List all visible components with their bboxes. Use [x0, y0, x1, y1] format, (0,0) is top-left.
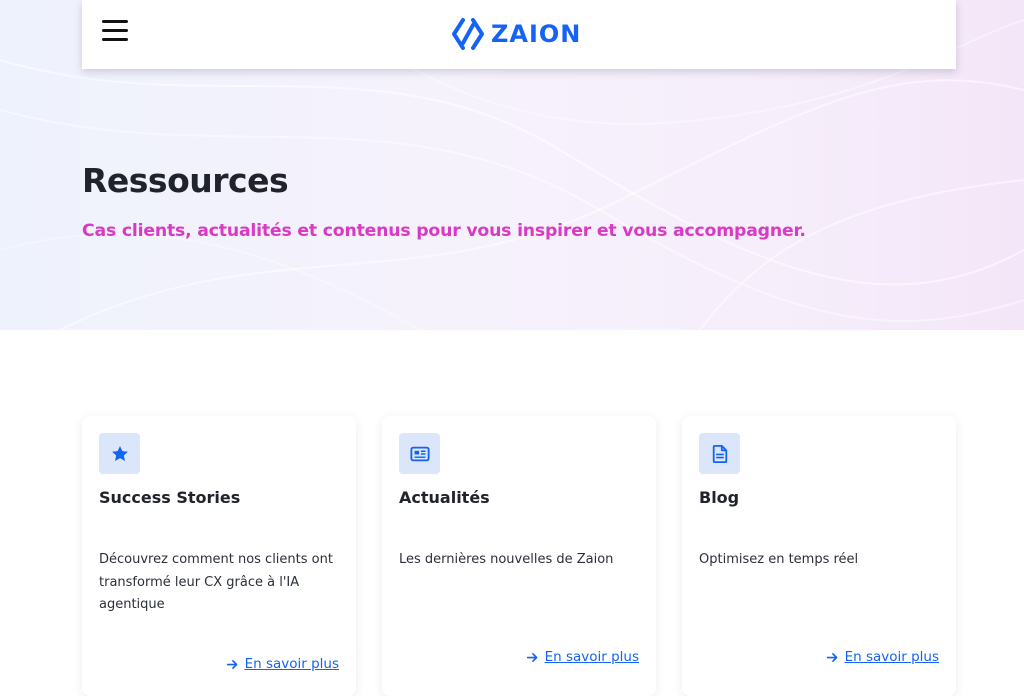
learn-more-link[interactable]: En savoir plus [226, 656, 339, 672]
arrow-right-icon [526, 652, 537, 662]
card-icon-tile [699, 433, 740, 474]
card-title: Blog [699, 488, 740, 507]
logo-wordmark: ZAION [491, 20, 582, 48]
zaion-logo[interactable]: ZAION [451, 16, 581, 52]
learn-more-label: En savoir plus [544, 649, 639, 665]
card-icon-tile [99, 433, 140, 474]
card-icon-tile [399, 433, 440, 474]
resource-card-success-stories: Success Stories Découvrez comment nos cl… [82, 416, 356, 696]
hamburger-menu-icon [102, 20, 128, 23]
resource-card-actualites: Actualités Les dernières nouvelles de Za… [382, 416, 656, 696]
page-subtitle: Cas clients, actualités et contenus pour… [82, 221, 806, 241]
card-title: Actualités [399, 488, 490, 507]
card-description: Optimisez en temps réel [699, 552, 859, 567]
newspaper-icon [409, 446, 430, 461]
card-description: Découvrez comment nos clients ont transf… [99, 552, 333, 612]
zaion-mark-icon [452, 18, 484, 50]
learn-more-label: En savoir plus [844, 649, 939, 665]
page-title: Ressources [82, 161, 289, 200]
learn-more-link[interactable]: En savoir plus [526, 649, 639, 665]
learn-more-label: En savoir plus [244, 656, 339, 672]
menu-button[interactable] [102, 20, 130, 44]
card-description: Les dernières nouvelles de Zaion [399, 552, 614, 567]
arrow-right-icon [226, 659, 237, 669]
learn-more-link[interactable]: En savoir plus [826, 649, 939, 665]
document-icon [712, 444, 727, 463]
card-title: Success Stories [99, 488, 241, 507]
arrow-right-icon [826, 652, 837, 662]
resource-card-blog: Blog Optimisez en temps réel En savoir p… [682, 416, 956, 696]
top-navigation-bar: ZAION [82, 0, 956, 69]
star-icon [111, 445, 128, 461]
